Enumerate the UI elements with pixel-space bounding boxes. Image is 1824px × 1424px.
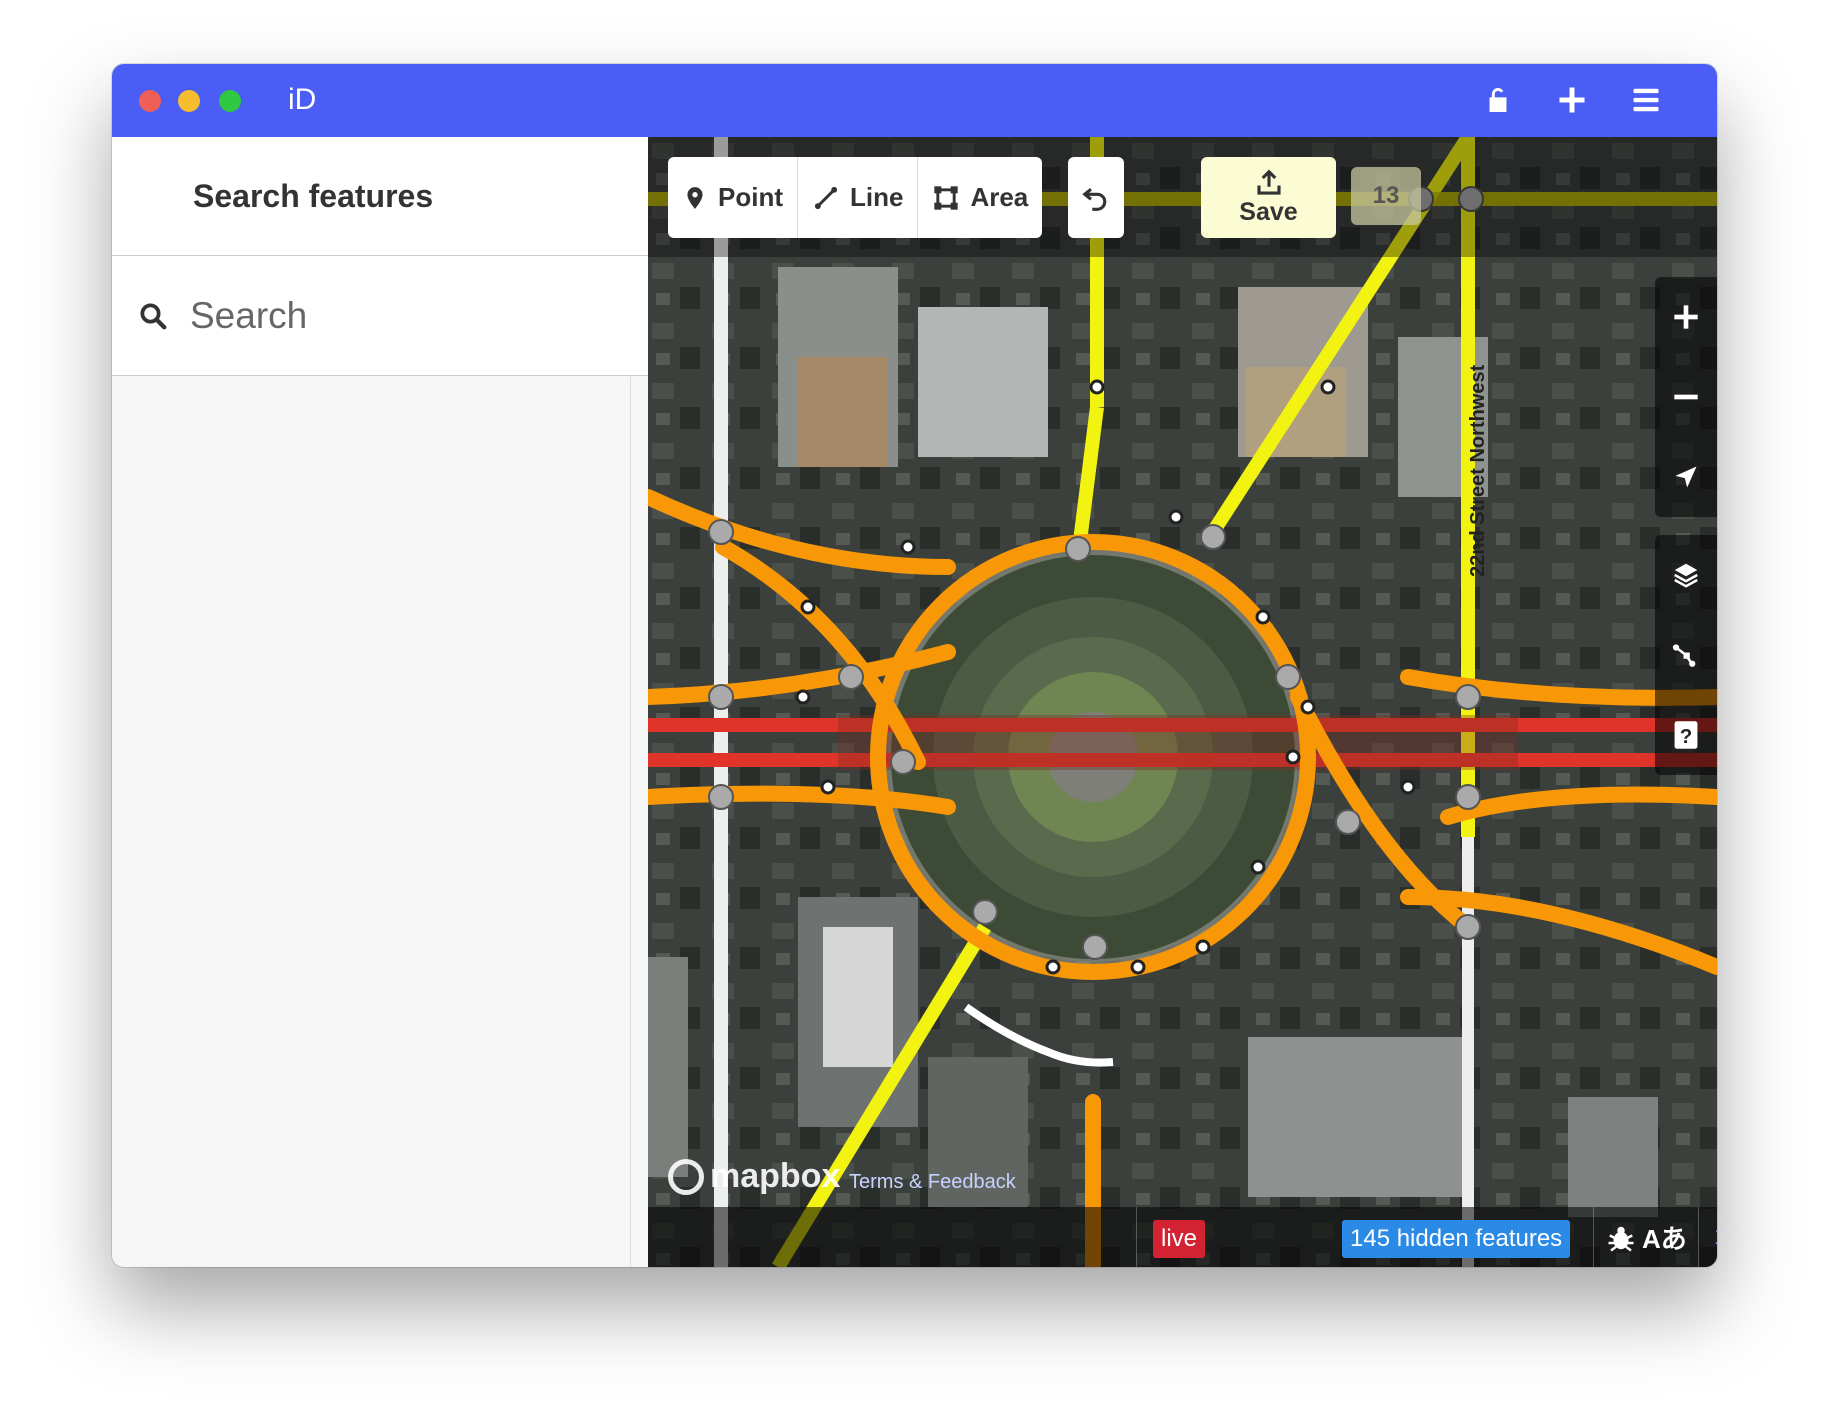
help-icon: ? — [1674, 721, 1698, 749]
top-bar: Point Line Area Save 13 — [648, 137, 1717, 257]
map-footer: live 145 hidden features Aあ 176d7d2 — [648, 1207, 1717, 1267]
title-bar: iD — [112, 64, 1717, 137]
add-point-button[interactable]: Point — [668, 157, 798, 238]
app-window: iD Search features Search 22nd Street No… — [112, 64, 1717, 1267]
area-label: Area — [970, 182, 1029, 212]
save-label: Save — [1239, 198, 1298, 226]
hidden-features-badge[interactable]: 145 hidden features — [1342, 1220, 1571, 1258]
app-title: iD — [288, 83, 317, 116]
footer-divider — [1136, 1207, 1137, 1267]
background-layers-button[interactable] — [1655, 535, 1717, 615]
upload-icon — [1256, 169, 1281, 195]
satellite-map: 22nd Street Northwest — [648, 137, 1717, 1267]
menu-icon[interactable] — [1628, 82, 1664, 118]
add-line-button[interactable]: Line — [798, 157, 919, 238]
plus-icon[interactable] — [1554, 82, 1590, 118]
footer-divider — [1698, 1207, 1699, 1267]
close-window-button[interactable] — [139, 90, 161, 112]
lock-open-icon[interactable] — [1480, 82, 1516, 118]
save-button[interactable]: Save — [1201, 157, 1336, 238]
undo-button[interactable] — [1068, 157, 1124, 238]
zoom-out-icon — [1674, 394, 1698, 400]
mapbox-wordmark: mapbox — [710, 1157, 841, 1195]
minimize-window-button[interactable] — [178, 90, 200, 112]
language-icon[interactable]: Aあ — [1642, 1219, 1687, 1256]
line-label: Line — [850, 182, 904, 212]
terms-feedback-link[interactable]: Terms & Feedback — [849, 1171, 1016, 1194]
search-row — [112, 256, 648, 376]
live-badge[interactable]: live — [1153, 1220, 1206, 1258]
mapbox-logo-mark — [668, 1158, 704, 1195]
bug-icon[interactable] — [1606, 1223, 1636, 1253]
geolocate-button[interactable] — [1655, 437, 1717, 517]
panel-controls: ? — [1655, 535, 1717, 775]
map-controls: ? — [1655, 277, 1717, 793]
map-data-icon — [1672, 644, 1696, 667]
line-icon — [814, 186, 838, 209]
search-icon — [140, 303, 167, 329]
zoom-in-icon — [1674, 305, 1698, 329]
help-button[interactable]: ? — [1655, 695, 1717, 775]
map-view[interactable]: 22nd Street Northwest Point Line Area Sa… — [648, 137, 1717, 1267]
zoom-out-button[interactable] — [1655, 357, 1717, 437]
sidebar-resizer[interactable] — [630, 377, 631, 1267]
zoom-controls — [1655, 277, 1717, 517]
footer-divider — [1593, 1207, 1594, 1267]
map-data-button[interactable] — [1655, 615, 1717, 695]
undo-icon — [1082, 187, 1107, 211]
mapbox-logo[interactable]: mapbox — [668, 1157, 840, 1196]
sidebar-title: Search features — [193, 177, 434, 214]
add-area-button[interactable]: Area — [918, 157, 1042, 238]
search-input[interactable] — [190, 294, 610, 337]
svg-text:?: ? — [1680, 725, 1693, 748]
point-icon — [687, 186, 703, 209]
add-feature-toolbar: Point Line Area — [668, 157, 1043, 238]
sidebar: Search features — [112, 137, 648, 1267]
geolocate-icon — [1675, 466, 1697, 488]
maximize-window-button[interactable] — [219, 90, 241, 112]
point-label: Point — [718, 182, 783, 212]
edit-count-badge: 13 — [1351, 167, 1421, 225]
area-icon — [934, 185, 959, 210]
layers-icon — [1674, 563, 1698, 588]
version-link[interactable]: 176d7d2 — [1714, 1223, 1717, 1250]
footer-tools: Aあ — [1606, 1219, 1687, 1256]
street-label: 22nd Street Northwest — [1467, 364, 1489, 577]
zoom-in-button[interactable] — [1655, 277, 1717, 357]
sidebar-header: Search features — [112, 137, 648, 256]
